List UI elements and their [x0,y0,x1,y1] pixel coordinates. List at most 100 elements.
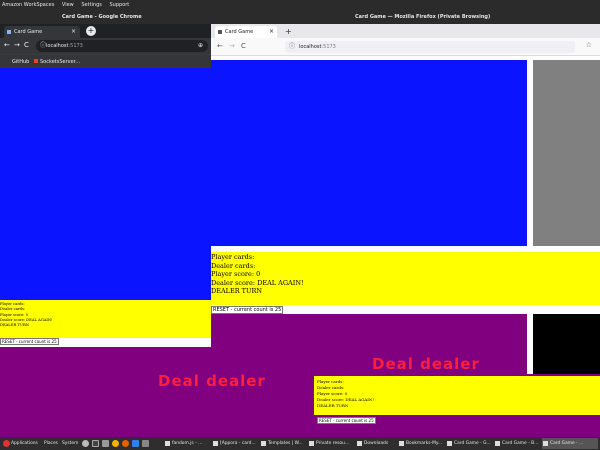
task-icon [543,441,548,446]
task-icon [309,441,314,446]
deck-area [533,60,600,246]
os-top-bar: Amazon WorkSpaces View Settings Support [0,0,600,10]
deal-dealer-caption: Deal dealer [372,355,480,373]
files-icon[interactable] [102,440,109,447]
chrome-nav-bar: ← → C ⓘ localhost:5173 ⊕ [0,38,211,54]
new-tab-button[interactable]: + [285,26,292,37]
close-tab-icon[interactable]: × [71,26,76,38]
os-menu-item-support[interactable]: Support [109,2,129,8]
task-icon [165,441,170,446]
chrome-window-title: Card Game - Google Chrome [62,14,142,20]
taskbar: Applications Places System fandom.js - .… [0,437,600,450]
chrome-page: Player cards: Dealer cards: Player score… [0,68,211,347]
site-info-icon[interactable]: ⓘ [40,40,46,52]
firefox-tab-label: Card Game [225,29,254,35]
player-cards-label: Player cards: [211,253,255,261]
taskbar-task[interactable]: Card Game - G... [446,438,492,449]
taskbar-task-label: fandom.js - ... [172,441,203,446]
chrome-icon[interactable] [112,440,119,447]
deal-dealer-caption: Deal dealer [158,372,266,390]
firefox-url-bar[interactable]: ⓘ localhost:5173 [285,41,575,53]
task-icon [261,441,266,446]
taskbar-task[interactable]: Templates | W... [260,438,306,449]
os-menu-item-settings[interactable]: Settings [81,2,102,8]
taskbar-menu-system[interactable]: System [62,437,78,450]
reload-icon[interactable]: C [241,42,246,50]
bookmark-sockets-server[interactable]: SocketsServer... [34,55,80,69]
tab-favicon-icon [218,30,222,34]
dealer-card-area [211,60,527,246]
zoom-icon[interactable]: ⊕ [198,40,203,52]
game-status-panel: Player cards: Dealer cards: Player score… [211,252,600,305]
dealer-score-label: Dealer score: DEAL AGAIN! [211,278,304,287]
task-icon [357,441,362,446]
task-icon [495,441,500,446]
site-info-icon[interactable]: ⓘ [289,41,295,53]
new-tab-button[interactable]: + [86,26,96,36]
task-icon [399,441,404,446]
os-menu-item-workspaces[interactable]: Amazon WorkSpaces [2,2,54,8]
dealer-cards-label: Dealer cards: [211,261,256,270]
taskbar-menu-places[interactable]: Places [44,437,58,450]
turn-label: DEALER TURN [211,287,263,296]
vscode-icon[interactable] [132,440,139,447]
taskbar-task-active[interactable]: Card Game - ... [542,438,598,449]
url-host: localhost [46,43,69,49]
bookmarks-bar: GitHub SocketsServer... [0,54,211,68]
task-icon [213,441,218,446]
taskbar-task[interactable]: Card Game - B... [494,438,540,449]
taskbar-task[interactable]: fandom.js - ... [164,438,210,449]
taskbar-task-label: Card Game - G... [454,441,491,446]
os-menu-item-view[interactable]: View [62,2,74,8]
taskbar-task-label: [Appora - card... [220,441,256,446]
firefox-tab-strip: Card Game × + [211,24,600,38]
taskbar-task[interactable]: Downloads [356,438,396,449]
game-status-panel: Player cards: Dealer cards: Player score… [314,376,600,415]
bookmark-sockets-server-label: SocketsServer... [40,59,81,65]
firefox-window-title: Card Game — Mozilla Firefox (Private Bro… [355,14,491,20]
back-icon[interactable]: ← [4,41,10,49]
popup-window: Player cards: Dealer cards: Player score… [314,374,600,437]
url-host: localhost [299,44,322,50]
taskbar-task[interactable]: Private resou... [308,438,354,449]
reset-button[interactable]: RESET - current count is 25 [211,306,284,314]
taskbar-task[interactable]: [Appora - card... [212,438,258,449]
forward-icon[interactable]: → [229,42,235,50]
taskbar-task-label: Private resou... [316,441,350,446]
firefox-icon[interactable] [122,440,129,447]
bookmark-favicon-icon [34,59,38,63]
task-icon [447,441,452,446]
os-menu: Amazon WorkSpaces View Settings Support [2,0,135,10]
firefox-tab-card-game[interactable]: Card Game × [215,26,277,38]
url-port: :5173 [68,43,83,49]
bookmark-github[interactable]: GitHub [12,55,29,69]
taskbar-task-label: Downloads [364,441,389,446]
reload-icon[interactable]: C [24,41,29,49]
firefox-titlebar[interactable]: Card Game — Mozilla Firefox (Private Bro… [211,10,600,24]
back-icon[interactable]: ← [217,42,223,50]
bookmark-star-icon[interactable]: ☆ [586,41,592,49]
turn-label: DEALER TURN [317,403,349,408]
terminal-icon[interactable] [92,440,99,447]
close-tab-icon[interactable]: × [269,26,274,38]
taskbar-task-label: Bookmarks-My... [406,441,443,446]
taskbar-task[interactable]: Bookmarks-My... [398,438,444,449]
app-icon[interactable] [142,440,149,447]
tab-favicon-icon [7,30,11,34]
dealer-card-area [0,68,211,300]
reset-button[interactable]: RESET - current count is 25 [0,338,59,345]
turn-label: DEALER TURN [0,323,29,328]
chrome-window: Card Game - Google Chrome Card Game × + … [0,10,211,347]
taskbar-task-label: Card Game - ... [550,441,584,446]
chrome-tab-strip: Card Game × + [0,24,211,38]
url-port: :5173 [321,44,336,50]
taskbar-menu-applications[interactable]: Applications [11,437,38,450]
taskbar-task-label: Card Game - B... [502,441,539,446]
forward-icon[interactable]: → [14,41,20,49]
search-icon[interactable] [82,440,89,447]
chrome-titlebar[interactable]: Card Game - Google Chrome [0,10,211,24]
firefox-nav-bar: ← → C ⓘ localhost:5173 ☆ [211,38,600,56]
chrome-url-bar[interactable]: ⓘ localhost:5173 ⊕ [36,40,208,52]
reset-button[interactable]: RESET - current count is 25 [317,417,376,424]
chrome-tab-card-game[interactable]: Card Game × [4,26,80,38]
